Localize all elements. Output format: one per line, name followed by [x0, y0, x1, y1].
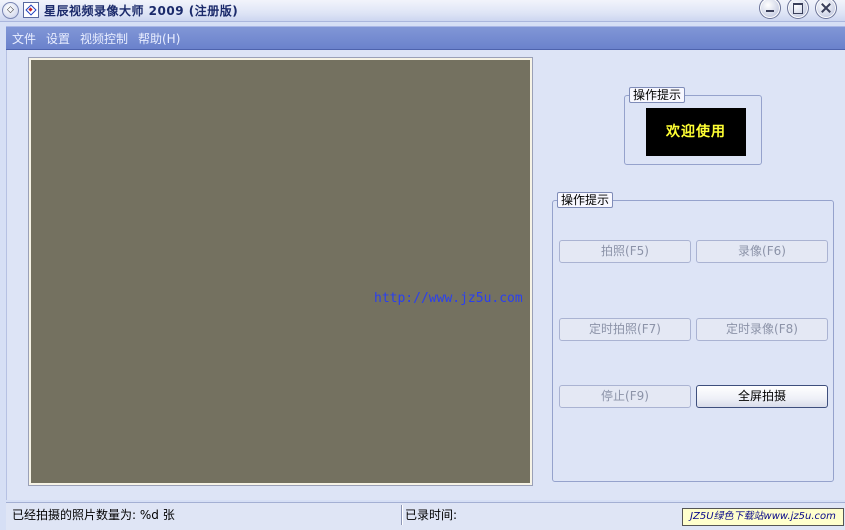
app-icon — [23, 2, 39, 18]
system-menu-icon[interactable]: ◇ — [2, 2, 19, 19]
tips-groupbox: 操作提示 欢迎使用 — [624, 87, 762, 165]
controls-legend: 操作提示 — [557, 192, 614, 208]
menu-settings[interactable]: 设置 — [46, 30, 70, 47]
video-preview — [28, 57, 533, 486]
menu-help[interactable]: 帮助(H) — [138, 30, 180, 47]
menu-file[interactable]: 文件 — [12, 30, 36, 47]
fullscreen-capture-button[interactable]: 全屏拍摄 — [696, 385, 828, 408]
photo-button[interactable]: 拍照(F5) — [559, 240, 691, 263]
site-badge: JZ5U绿色下载站www.jz5u.com — [682, 508, 844, 526]
stop-button[interactable]: 停止(F9) — [559, 385, 691, 408]
welcome-display: 欢迎使用 — [646, 108, 746, 156]
menu-video-control[interactable]: 视频控制 — [80, 30, 128, 47]
photo-count-status: 已经拍摄的照片数量为: %d 张 — [12, 508, 175, 522]
record-time-status: 已录时间: — [405, 508, 458, 522]
window-title: 星辰视频录像大师 2009 (注册版) — [44, 4, 239, 18]
tips-legend: 操作提示 — [629, 87, 686, 103]
status-separator — [401, 505, 402, 525]
timed-record-button[interactable]: 定时录像(F8) — [696, 318, 828, 341]
timed-photo-button[interactable]: 定时拍照(F7) — [559, 318, 691, 341]
menu-bar: 文件 设置 视频控制 帮助(H) — [6, 26, 845, 50]
title-bar: ◇ 星辰视频录像大师 2009 (注册版) — [0, 0, 845, 22]
record-button[interactable]: 录像(F6) — [696, 240, 828, 263]
watermark-url: http://www.jz5u.com — [374, 291, 523, 306]
